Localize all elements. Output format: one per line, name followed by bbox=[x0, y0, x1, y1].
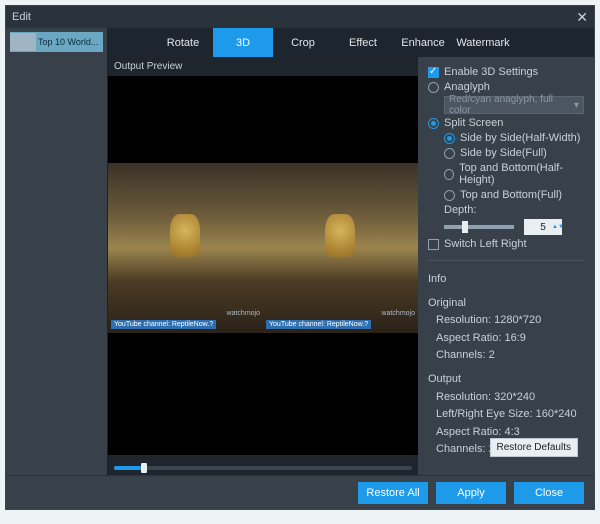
depth-spinner[interactable]: 5▲▼ bbox=[524, 219, 562, 235]
depth-slider[interactable] bbox=[444, 225, 514, 229]
watermark-brand: watchmojo bbox=[227, 310, 260, 317]
close-button[interactable]: Close bbox=[514, 482, 584, 504]
info-header: Info bbox=[428, 271, 584, 289]
info-block: Info Original Resolution: 1280*720 Aspec… bbox=[428, 271, 584, 459]
apply-button[interactable]: Apply bbox=[436, 482, 506, 504]
split-screen-label: Split Screen bbox=[444, 117, 503, 129]
tab-watermark[interactable]: Watermark bbox=[453, 28, 513, 57]
sidebar-item-label: Top 10 World... bbox=[38, 37, 98, 47]
watermark-brand: watchmojo bbox=[382, 310, 415, 317]
window-title: Edit bbox=[12, 11, 31, 23]
sidebar: Top 10 World... bbox=[6, 28, 108, 509]
tab-bar: Rotate 3D Crop Effect Enhance Watermark bbox=[108, 28, 594, 57]
anaglyph-label: Anaglyph bbox=[444, 81, 490, 93]
watermark-left: YouTube channel: ReptileNow.? bbox=[266, 320, 371, 329]
tab-enhance[interactable]: Enhance bbox=[393, 28, 453, 57]
restore-all-button[interactable]: Restore All bbox=[358, 482, 428, 504]
depth-label: Depth: bbox=[444, 204, 476, 216]
tab-effect[interactable]: Effect bbox=[333, 28, 393, 57]
tab-rotate[interactable]: Rotate bbox=[153, 28, 213, 57]
info-line: Channels: 2 bbox=[428, 347, 584, 365]
preview-pane: Output Preview YouTube channel: ReptileN… bbox=[108, 57, 418, 509]
mode-label: Top and Bottom(Half-Height) bbox=[459, 162, 584, 186]
divider bbox=[428, 260, 584, 261]
info-line: Resolution: 1280*720 bbox=[428, 312, 584, 330]
mode-label: Top and Bottom(Full) bbox=[460, 189, 562, 201]
titlebar: Edit ✕ bbox=[6, 6, 594, 28]
sidebar-item-video[interactable]: Top 10 World... bbox=[10, 32, 103, 52]
close-icon[interactable]: ✕ bbox=[576, 9, 588, 26]
original-header: Original bbox=[428, 295, 584, 313]
edit-dialog: Edit ✕ Top 10 World... Rotate 3D Crop Ef… bbox=[5, 5, 595, 510]
tab-3d[interactable]: 3D bbox=[213, 28, 273, 57]
right-eye-frame: YouTube channel: ReptileNow.? watchmojo bbox=[263, 163, 418, 333]
mode-label: Side by Side(Half-Width) bbox=[460, 132, 580, 144]
thumbnail-icon bbox=[10, 33, 36, 51]
chevron-down-icon: ▾ bbox=[574, 100, 579, 111]
tab-crop[interactable]: Crop bbox=[273, 28, 333, 57]
left-eye-frame: YouTube channel: ReptileNow.? watchmojo bbox=[108, 163, 263, 333]
sbs-full-radio[interactable] bbox=[444, 148, 455, 159]
tab-full-radio[interactable] bbox=[444, 190, 455, 201]
preview-header: Output Preview bbox=[108, 57, 418, 76]
restore-defaults-button[interactable]: Restore Defaults bbox=[490, 438, 578, 457]
enable-3d-label: Enable 3D Settings bbox=[444, 66, 538, 78]
info-line: Aspect Ratio: 16:9 bbox=[428, 330, 584, 348]
split-screen-radio[interactable] bbox=[428, 118, 439, 129]
sbs-half-radio[interactable] bbox=[444, 133, 455, 144]
footer: Restore All Apply Close bbox=[6, 475, 594, 509]
info-line: Resolution: 320*240 bbox=[428, 389, 584, 407]
switch-lr-checkbox[interactable] bbox=[428, 239, 439, 250]
anaglyph-select: Red/cyan anaglyph, full color▾ bbox=[444, 96, 584, 114]
progress-knob[interactable] bbox=[141, 463, 147, 473]
mode-label: Side by Side(Full) bbox=[460, 147, 547, 159]
enable-3d-checkbox[interactable] bbox=[428, 67, 439, 78]
info-line: Left/Right Eye Size: 160*240 bbox=[428, 406, 584, 424]
tab-half-radio[interactable] bbox=[444, 169, 454, 180]
video-area: YouTube channel: ReptileNow.? watchmojo … bbox=[108, 76, 418, 455]
switch-lr-label: Switch Left Right bbox=[444, 238, 527, 250]
spinner-arrows-icon[interactable]: ▲▼ bbox=[552, 224, 561, 230]
output-header: Output bbox=[428, 371, 584, 389]
anaglyph-radio[interactable] bbox=[428, 82, 439, 93]
watermark-left: YouTube channel: ReptileNow.? bbox=[111, 320, 216, 329]
